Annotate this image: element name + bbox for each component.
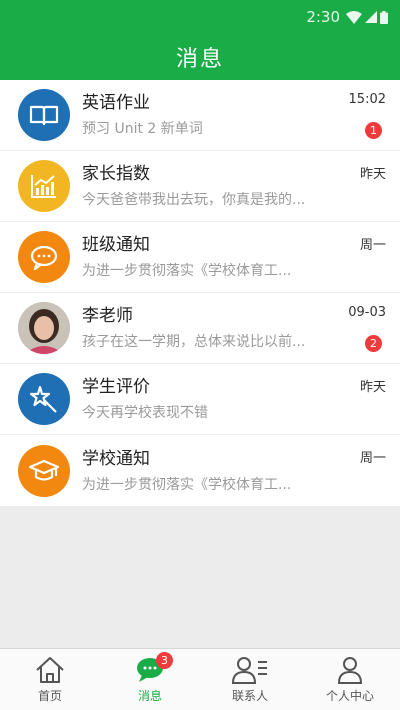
book-icon — [18, 89, 70, 141]
message-preview: 孩子在这一学期，总体来说比以前... — [82, 334, 306, 350]
message-item-parent-index[interactable]: 家长指数 今天爸爸带我出去玩，你真是我的... 昨天 — [0, 151, 400, 222]
message-name: 李老师 — [82, 306, 133, 326]
page-title: 消息 — [175, 47, 224, 72]
contacts-icon — [232, 655, 268, 685]
message-time: 15:02 — [348, 92, 386, 107]
chat-bubble-icon — [18, 231, 70, 283]
message-preview: 为进一步贯彻落实《学校体育工... — [82, 476, 292, 493]
message-content: 家长指数 今天爸爸带我出去玩，你真是我的... — [82, 163, 400, 209]
message-content: 学生评价 今天再学校表现不错 — [82, 376, 400, 422]
tab-messages[interactable]: 消息 3 — [100, 649, 200, 710]
message-name: 班级通知 — [82, 235, 150, 255]
tab-label: 联系人 — [231, 689, 268, 703]
tab-label: 消息 — [137, 689, 162, 703]
message-item-class-notice[interactable]: 班级通知 为进一步贯彻落实《学校体育工... 周一 — [0, 222, 400, 293]
message-item-school-notice[interactable]: 学校通知 为进一步贯彻落实《学校体育工... 周一 — [0, 435, 400, 506]
unread-badge: 2 — [365, 335, 382, 352]
tab-label: 个人中心 — [325, 689, 374, 703]
tab-home[interactable]: 首页 — [0, 649, 100, 710]
tab-profile[interactable]: 个人中心 — [300, 649, 400, 710]
tab-contacts[interactable]: 联系人 — [200, 649, 300, 710]
battery-icon — [380, 10, 388, 24]
signal-icon — [365, 11, 377, 23]
teacher-avatar — [18, 302, 70, 354]
message-time: 周一 — [359, 238, 386, 253]
status-icons — [346, 10, 388, 24]
status-bar: 2:30 — [0, 0, 400, 34]
message-name: 学校通知 — [82, 448, 150, 469]
header: 消息 — [0, 34, 400, 80]
message-content: 班级通知 为进一步贯彻落实《学校体育工... — [82, 234, 400, 280]
graduation-cap-icon — [18, 444, 70, 497]
message-preview: 预习 Unit 2 新单词 — [82, 121, 203, 137]
message-time: 周一 — [359, 451, 386, 466]
chart-icon — [18, 160, 70, 212]
wifi-icon — [346, 10, 362, 24]
message-item-english-homework[interactable]: 英语作业 预习 Unit 2 新单词 15:02 1 — [0, 80, 400, 151]
message-name: 英语作业 — [82, 93, 150, 113]
message-list: 英语作业 预习 Unit 2 新单词 15:02 1 家长指数 今天爸爸带我出去… — [0, 80, 400, 506]
message-preview: 今天再学校表现不错 — [82, 405, 208, 421]
message-preview: 为进一步贯彻落实《学校体育工... — [82, 263, 292, 279]
status-time: 2:30 — [306, 8, 340, 26]
message-name: 学生评价 — [82, 377, 150, 397]
home-icon — [35, 655, 65, 685]
bottom-tab-bar: 首页 消息 3 联系人 个人中心 — [0, 648, 400, 710]
message-name: 家长指数 — [82, 164, 150, 184]
message-item-student-evaluation[interactable]: 学生评价 今天再学校表现不错 昨天 — [0, 364, 400, 435]
message-time: 昨天 — [359, 167, 386, 182]
message-content: 学校通知 为进一步贯彻落实《学校体育工... — [82, 448, 400, 494]
magic-wand-icon — [18, 373, 70, 425]
message-time: 昨天 — [359, 380, 386, 395]
message-item-teacher-li[interactable]: 李老师 孩子在这一学期，总体来说比以前... 09-03 2 — [0, 293, 400, 364]
tab-label: 首页 — [37, 689, 62, 703]
unread-badge: 1 — [365, 122, 382, 139]
message-preview: 今天爸爸带我出去玩，你真是我的... — [82, 192, 306, 208]
user-icon — [336, 655, 364, 685]
tab-unread-badge: 3 — [156, 652, 173, 669]
app: 2:30 消息 英语作业 预习 Unit 2 新单词 15:02 1 家长指数 … — [0, 0, 400, 710]
message-time: 09-03 — [348, 305, 386, 320]
